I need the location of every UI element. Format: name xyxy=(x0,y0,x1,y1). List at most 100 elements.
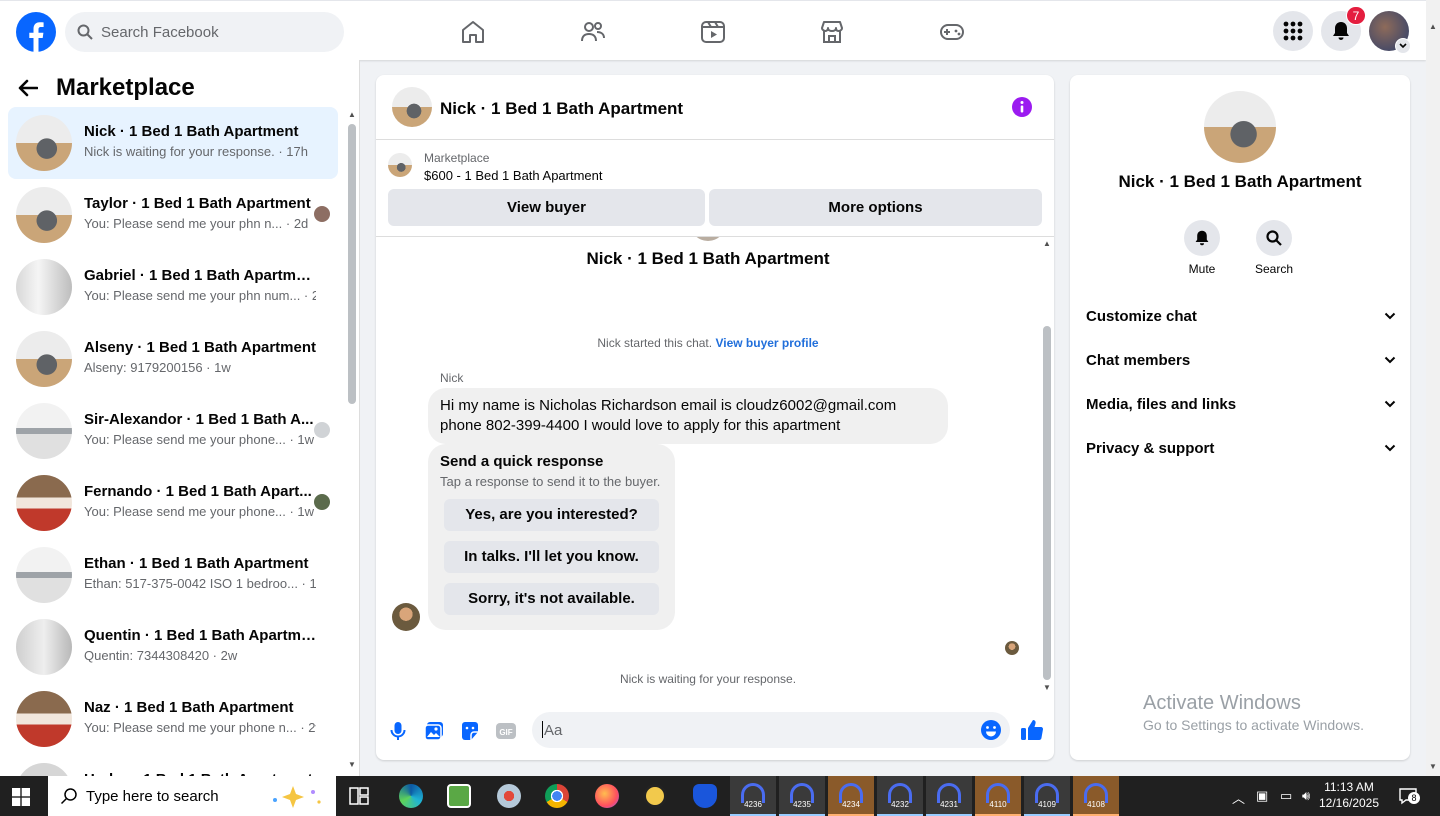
conversation-title: Ethan · 1 Bed 1 Bath Apartment xyxy=(84,555,309,572)
chat-panel: Nick · 1 Bed 1 Bath Apartment Marketplac… xyxy=(376,75,1054,760)
conversation-preview: You: Please send me your phone... · 1w xyxy=(84,504,315,519)
message-bubble[interactable]: Hi my name is Nicholas Richardson email … xyxy=(428,388,948,444)
taskbar-window[interactable]: 4231 xyxy=(926,776,972,816)
seen-avatar xyxy=(314,422,330,438)
search-conversation-button[interactable]: Search xyxy=(1244,220,1304,276)
marketplace-icon[interactable] xyxy=(819,19,845,45)
firefox-icon[interactable] xyxy=(584,776,630,816)
taskbar-window[interactable]: 4110 xyxy=(975,776,1021,816)
view-buyer-profile-link[interactable]: View buyer profile xyxy=(715,336,818,350)
grid-icon xyxy=(1283,21,1303,41)
chevron-up-icon[interactable]: ︿ xyxy=(1232,788,1245,807)
menu-grid-button[interactable] xyxy=(1273,11,1313,51)
taskbar-search[interactable]: Type here to search xyxy=(48,776,336,816)
taskbar-window[interactable]: 4236 xyxy=(730,776,776,816)
clock-time: 11:13 AM xyxy=(1324,780,1374,794)
meet-now-icon[interactable]: ▣ xyxy=(1256,788,1268,804)
notepad-icon[interactable] xyxy=(436,776,482,816)
mute-button[interactable]: Mute xyxy=(1172,220,1232,276)
conversation-item[interactable]: Quentin · 1 Bed 1 Bath Apartment Quentin:… xyxy=(8,611,338,683)
customize-chat-section[interactable]: Customize chat xyxy=(1086,302,1396,330)
conversation-item[interactable]: Nick · 1 Bed 1 Bath Apartment Nick is wai… xyxy=(8,107,338,179)
chat-scrollbar[interactable]: ▲ ▼ xyxy=(1040,237,1054,697)
search-icon xyxy=(60,787,78,805)
sender-avatar[interactable] xyxy=(392,603,420,631)
chat-avatar[interactable] xyxy=(392,87,432,127)
search-label: Search xyxy=(1254,262,1294,276)
app-icon[interactable] xyxy=(486,776,532,816)
friends-icon[interactable] xyxy=(580,19,606,45)
back-arrow-icon[interactable] xyxy=(18,79,38,97)
listing-summary[interactable]: Marketplace $600 - 1 Bed 1 Bath Apartmen… xyxy=(388,151,603,183)
gif-icon[interactable]: GIF xyxy=(495,720,517,742)
thumbs-up-icon[interactable] xyxy=(1020,718,1044,742)
marketplace-inbox-sidebar: Marketplace Nick · 1 Bed 1 Bath Apartmen… xyxy=(0,60,360,816)
chat-members-section[interactable]: Chat members xyxy=(1086,346,1396,374)
search-highlight-icon xyxy=(263,784,327,808)
conversation-item[interactable]: Alseny · 1 Bed 1 Bath Apartment Alseny: 9… xyxy=(8,323,338,395)
search-input[interactable]: Search Facebook xyxy=(101,24,219,41)
conversation-item[interactable]: Gabriel · 1 Bed 1 Bath Apartment You: Ple… xyxy=(8,251,338,323)
edge-icon[interactable] xyxy=(388,776,434,816)
watermark-subtitle: Go to Settings to activate Windows. xyxy=(1143,717,1364,733)
chat-header: Nick · 1 Bed 1 Bath Apartment xyxy=(376,75,1054,140)
taskbar-window[interactable]: 4234 xyxy=(828,776,874,816)
sticker-icon[interactable] xyxy=(459,720,481,742)
facebook-logo[interactable] xyxy=(16,12,56,52)
message-input[interactable]: Aa xyxy=(532,712,1010,748)
view-buyer-button[interactable]: View buyer xyxy=(388,189,705,226)
conversation-item[interactable]: Naz · 1 Bed 1 Bath Apartment You: Please … xyxy=(8,683,338,755)
page-scrollbar[interactable]: ▲ ▼ xyxy=(1426,0,1440,776)
taskbar-window[interactable]: 4108 xyxy=(1073,776,1119,816)
quick-response-button[interactable]: In talks. I'll let you know. xyxy=(444,541,659,573)
emoji-icon[interactable] xyxy=(980,719,1002,741)
windows-start-icon[interactable] xyxy=(12,788,30,806)
photo-icon[interactable] xyxy=(423,720,445,742)
conversation-item[interactable]: Fernando · 1 Bed 1 Bath Apart... You: Ple… xyxy=(8,467,338,539)
window-label: 4231 xyxy=(940,800,958,809)
conversation-title: Gabriel · 1 Bed 1 Bath Apartment xyxy=(84,267,316,284)
system-clock[interactable]: 11:13 AM 12/16/2025 xyxy=(1316,779,1382,811)
chrome-icon[interactable] xyxy=(534,776,580,816)
video-icon[interactable] xyxy=(700,19,726,45)
action-center-icon[interactable]: 8 xyxy=(1398,786,1420,806)
task-view-icon[interactable] xyxy=(336,776,382,816)
conversation-list: Nick · 1 Bed 1 Bath Apartment Nick is wai… xyxy=(8,107,338,816)
home-icon[interactable] xyxy=(460,19,486,45)
listing-thumbnail xyxy=(16,331,72,387)
details-avatar[interactable] xyxy=(1204,91,1276,163)
volume-icon[interactable]: 🔊︎ xyxy=(1302,788,1310,804)
privacy-support-section[interactable]: Privacy & support xyxy=(1086,434,1396,462)
shield-icon[interactable] xyxy=(682,776,728,816)
quick-response-button[interactable]: Sorry, it's not available. xyxy=(444,583,659,615)
taskbar-window[interactable]: 4232 xyxy=(877,776,923,816)
chevron-down-icon[interactable] xyxy=(1395,38,1411,54)
gaming-icon[interactable] xyxy=(939,19,965,45)
conversation-item[interactable]: Sir-Alexandor · 1 Bed 1 Bath A... You: Pl… xyxy=(8,395,338,467)
app-icon[interactable] xyxy=(632,776,678,816)
conversation-item[interactable]: Ethan · 1 Bed 1 Bath Apartment Ethan: 517… xyxy=(8,539,338,611)
quick-response-card: Send a quick response Tap a response to … xyxy=(428,444,675,630)
quick-response-title: Send a quick response xyxy=(440,453,604,470)
chat-title[interactable]: Nick · 1 Bed 1 Bath Apartment xyxy=(440,99,683,119)
quick-response-button[interactable]: Yes, are you interested? xyxy=(444,499,659,531)
listing-price-title: $600 - 1 Bed 1 Bath Apartment xyxy=(424,168,603,183)
marketplace-label: Marketplace xyxy=(424,151,490,165)
info-icon[interactable] xyxy=(1012,97,1032,117)
sidebar-scrollbar[interactable]: ▲ ▼ xyxy=(345,110,359,770)
microphone-icon[interactable] xyxy=(387,720,409,742)
taskbar-window[interactable]: 4109 xyxy=(1024,776,1070,816)
thread-intro-name: Nick · 1 Bed 1 Bath Apartment xyxy=(586,249,830,268)
conversation-item[interactable]: Taylor · 1 Bed 1 Bath Apartment You: Plea… xyxy=(8,179,338,251)
more-options-button[interactable]: More options xyxy=(709,189,1042,226)
search-bar[interactable]: Search Facebook xyxy=(65,12,344,52)
scrollbar-thumb[interactable] xyxy=(348,124,356,404)
taskbar-window[interactable]: 4235 xyxy=(779,776,825,816)
media-files-links-section[interactable]: Media, files and links xyxy=(1086,390,1396,418)
section-label: Privacy & support xyxy=(1086,439,1215,457)
conversation-preview: You: Please send me your phone... · 1w xyxy=(84,432,315,447)
network-icon[interactable]: ▭ xyxy=(1280,788,1292,804)
conversation-preview: You: Please send me your phone n... · 2w xyxy=(84,720,316,735)
scrollbar-thumb[interactable] xyxy=(1043,326,1051,680)
message-composer: GIF Aa xyxy=(376,711,1054,751)
